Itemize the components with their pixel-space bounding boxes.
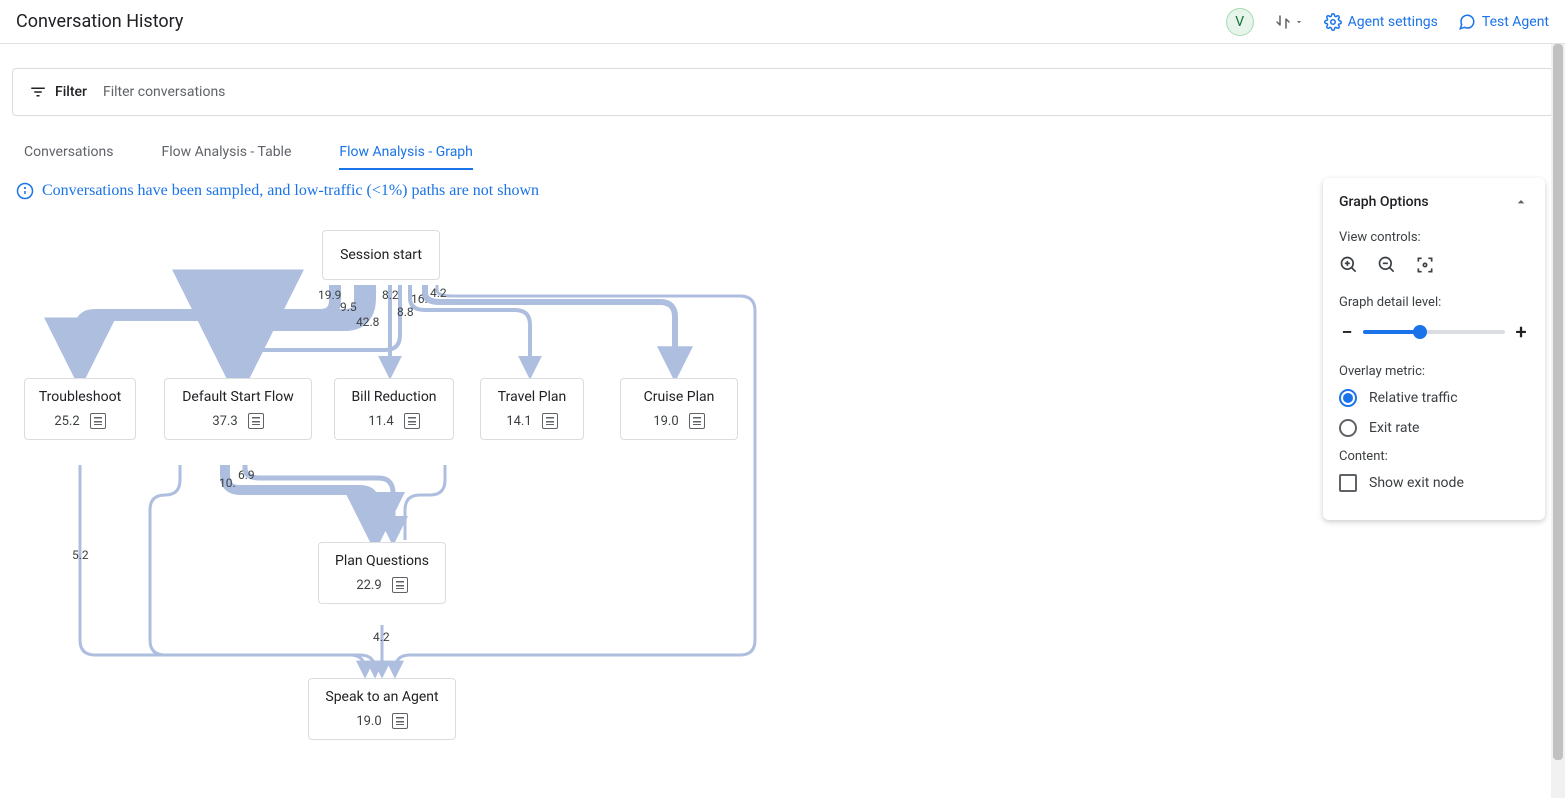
avatar[interactable]: V: [1226, 8, 1254, 36]
node-metric: 22.9: [356, 577, 407, 593]
edge-label: 5.2: [72, 548, 89, 562]
edge-label: 10.: [219, 476, 236, 490]
detail-slider[interactable]: [1363, 330, 1505, 334]
panel-title: Graph Options: [1339, 194, 1429, 210]
zoom-in-button[interactable]: [1339, 255, 1359, 275]
tabs: Conversations Flow Analysis - Table Flow…: [24, 136, 1541, 170]
node-default-start-flow[interactable]: Default Start Flow 37.3: [164, 378, 312, 440]
node-session-start[interactable]: Session start: [322, 230, 440, 280]
agent-settings-button[interactable]: Agent settings: [1324, 13, 1438, 31]
filter-bar[interactable]: Filter Filter conversations: [12, 68, 1553, 116]
radio-relative-traffic[interactable]: Relative traffic: [1339, 389, 1529, 407]
sort-dropdown[interactable]: [1274, 13, 1304, 31]
node-travel-plan[interactable]: Travel Plan 14.1: [480, 378, 584, 440]
scrollbar-vertical[interactable]: [1551, 44, 1565, 798]
zoom-in-icon: [1339, 255, 1359, 275]
edge-label: 4.2: [430, 286, 447, 300]
info-icon: [16, 182, 34, 200]
scrollbar-thumb[interactable]: [1553, 44, 1563, 760]
edge-label: 16.: [411, 292, 428, 306]
edge-label: 42.8: [356, 315, 379, 329]
filter-input[interactable]: Filter conversations: [103, 84, 1536, 100]
radio-exit-rate[interactable]: Exit rate: [1339, 419, 1529, 437]
overlay-label: Overlay metric:: [1339, 364, 1529, 379]
filter-label: Filter: [29, 83, 87, 101]
edge-label: 4.2: [373, 630, 390, 644]
checkbox-show-exit-node[interactable]: Show exit node: [1339, 474, 1529, 492]
node-title: Plan Questions: [335, 553, 429, 569]
chevron-up-icon[interactable]: [1513, 194, 1529, 210]
node-title: Travel Plan: [498, 389, 566, 405]
info-banner: Conversations have been sampled, and low…: [16, 182, 1549, 200]
radio-icon: [1339, 419, 1357, 437]
edge-label: 8.2: [382, 288, 399, 302]
zoom-out-button[interactable]: [1377, 255, 1397, 275]
detail-increase-button[interactable]: +: [1513, 320, 1529, 344]
info-text: Conversations have been sampled, and low…: [42, 182, 539, 200]
content-label: Content:: [1339, 449, 1529, 464]
list-icon[interactable]: [392, 577, 408, 593]
node-bill-reduction[interactable]: Bill Reduction 11.4: [334, 378, 454, 440]
detail-label: Graph detail level:: [1339, 295, 1529, 310]
gear-icon: [1324, 13, 1342, 31]
list-icon[interactable]: [248, 413, 264, 429]
node-speak-to-agent[interactable]: Speak to an Agent 19.0: [308, 678, 456, 740]
header: Conversation History V Agent settings Te…: [0, 0, 1565, 44]
node-metric: 25.2: [54, 413, 105, 429]
fit-screen-button[interactable]: [1415, 255, 1435, 275]
node-title: Default Start Flow: [182, 389, 294, 405]
filter-icon: [29, 83, 47, 101]
edge-label: 6.9: [238, 468, 255, 482]
node-title: Cruise Plan: [644, 389, 715, 405]
edge-label: 9.5: [340, 300, 357, 314]
list-icon[interactable]: [689, 413, 705, 429]
view-controls-label: View controls:: [1339, 230, 1529, 245]
node-title: Session start: [340, 247, 422, 263]
list-icon[interactable]: [404, 413, 420, 429]
node-metric: 19.0: [356, 713, 407, 729]
checkbox-icon: [1339, 474, 1357, 492]
edge-label: 19.9: [318, 288, 341, 302]
node-metric: 37.3: [212, 413, 263, 429]
detail-decrease-button[interactable]: −: [1339, 320, 1355, 344]
node-metric: 14.1: [506, 413, 557, 429]
node-metric: 11.4: [368, 413, 419, 429]
tab-flow-graph[interactable]: Flow Analysis - Graph: [339, 136, 473, 170]
page-title: Conversation History: [16, 11, 183, 32]
test-agent-button[interactable]: Test Agent: [1458, 13, 1549, 31]
chat-icon: [1458, 13, 1476, 31]
chevron-down-icon: [1294, 17, 1304, 27]
node-title: Troubleshoot: [39, 389, 121, 405]
radio-icon: [1339, 389, 1357, 407]
edge-label: 8.8: [397, 305, 414, 319]
tab-flow-table[interactable]: Flow Analysis - Table: [161, 136, 291, 170]
header-actions: V Agent settings Test Agent: [1226, 8, 1549, 36]
node-plan-questions[interactable]: Plan Questions 22.9: [318, 542, 446, 604]
agent-settings-label: Agent settings: [1348, 14, 1438, 30]
list-icon[interactable]: [392, 713, 408, 729]
list-icon[interactable]: [542, 413, 558, 429]
node-troubleshoot[interactable]: Troubleshoot 25.2: [24, 378, 136, 440]
zoom-out-icon: [1377, 255, 1397, 275]
node-title: Bill Reduction: [351, 389, 436, 405]
node-title: Speak to an Agent: [325, 689, 438, 705]
graph-options-panel: Graph Options View controls: Graph detai…: [1323, 178, 1545, 520]
fullscreen-icon: [1415, 255, 1435, 275]
test-agent-label: Test Agent: [1482, 14, 1549, 30]
node-cruise-plan[interactable]: Cruise Plan 19.0: [620, 378, 738, 440]
tab-conversations[interactable]: Conversations: [24, 136, 113, 170]
node-metric: 19.0: [653, 413, 704, 429]
list-icon[interactable]: [90, 413, 106, 429]
